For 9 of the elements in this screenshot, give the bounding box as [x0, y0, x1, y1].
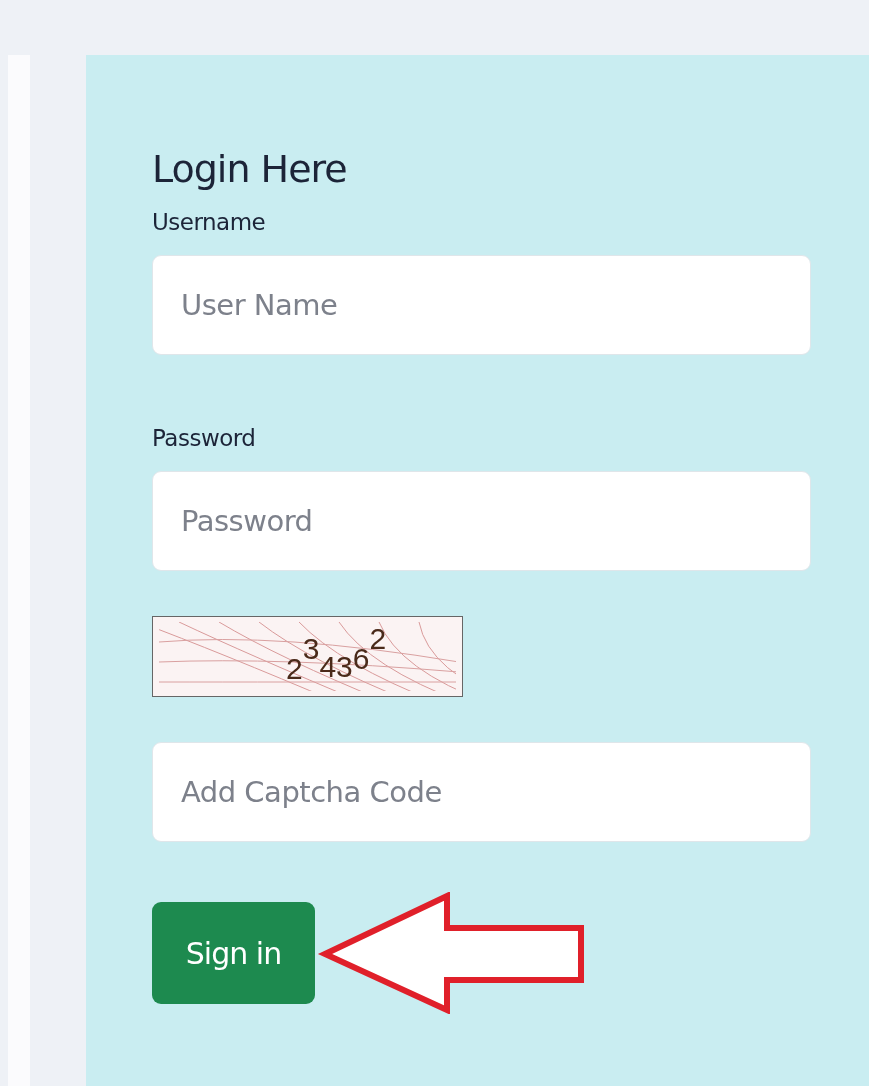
- sign-in-button[interactable]: Sign in: [152, 902, 315, 1004]
- field-label: Password: [152, 425, 256, 451]
- input-field[interactable]: User Name: [152, 255, 811, 355]
- input-field[interactable]: Password: [152, 471, 811, 571]
- captcha-code: 234362: [286, 623, 387, 685]
- arrow-icon: [317, 892, 587, 1014]
- field-label: Username: [152, 209, 266, 235]
- input-field[interactable]: Add Captcha Code: [152, 742, 811, 842]
- login-title: Login Here: [152, 147, 348, 191]
